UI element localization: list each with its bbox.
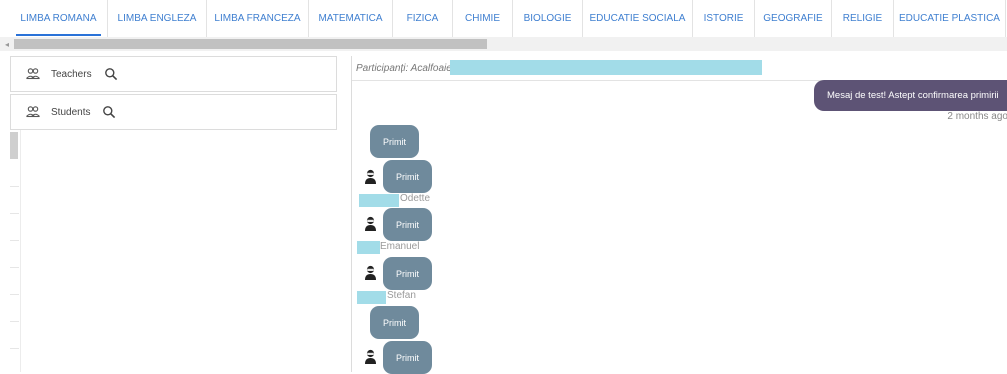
tab-istorie[interactable]: ISTORIE xyxy=(693,0,755,37)
scroll-tick xyxy=(10,267,19,268)
chat-panel: Participanți: Acalfoaie, Mesaj de test! … xyxy=(351,56,1007,374)
scroll-tick xyxy=(10,321,19,322)
tab-geografie[interactable]: GEOGRAFIE xyxy=(755,0,832,37)
students-label: Students xyxy=(51,106,91,118)
tab-label: LIMBA ROMANA xyxy=(20,13,97,24)
scroll-tick xyxy=(10,186,19,187)
search-icon[interactable] xyxy=(102,105,116,119)
scroll-tick xyxy=(10,213,19,214)
students-section[interactable]: Students xyxy=(10,94,337,130)
tab-label: FIZICA xyxy=(406,13,439,24)
tab-scrollbar[interactable]: ◂ xyxy=(0,37,1007,51)
redacted-participants xyxy=(450,60,762,75)
reply-bubble[interactable]: Primit xyxy=(383,257,432,290)
scroll-tick xyxy=(10,348,19,349)
scroll-tick xyxy=(10,294,19,295)
sender-name: Stefan xyxy=(387,290,416,301)
tab-biologie[interactable]: BIOLOGIE xyxy=(513,0,583,37)
teachers-label: Teachers xyxy=(51,68,92,80)
tab-label: LIMBA ENGLEZA xyxy=(117,13,197,24)
sender-name: Odette xyxy=(400,193,431,204)
reply-text: Primit xyxy=(383,136,406,147)
tab-educatie-sociala[interactable]: EDUCATIE SOCIALA xyxy=(583,0,693,37)
reply-text: Primit xyxy=(396,268,419,279)
tab-limba-franceza[interactable]: LIMBA FRANCEZA xyxy=(207,0,309,37)
sent-message-bubble[interactable]: Mesaj de test! Astept confirmarea primir… xyxy=(814,80,1007,111)
scroll-tick xyxy=(10,240,19,241)
reply-bubble[interactable]: Primit xyxy=(370,306,419,339)
tab-label: ISTORIE xyxy=(703,13,744,24)
redacted-name xyxy=(357,241,380,254)
tab-label: EDUCATIE SOCIALA xyxy=(589,13,686,24)
tab-fizica[interactable]: FIZICA xyxy=(393,0,453,37)
contacts-panel: Teachers Students xyxy=(10,56,337,372)
participants-bar: Participanți: Acalfoaie, xyxy=(352,56,1007,81)
participants-label: Participanți: Acalfoaie, xyxy=(356,62,455,74)
sent-message-text: Mesaj de test! Astept confirmarea primir… xyxy=(827,90,999,101)
tab-limba-romana[interactable]: LIMBA ROMANA xyxy=(10,0,108,37)
sender-name: Emanuel xyxy=(380,241,420,252)
reply-bubble[interactable]: Primit xyxy=(383,208,432,241)
scrollbar-thumb[interactable] xyxy=(10,132,18,159)
people-icon xyxy=(26,106,40,118)
user-avatar-icon xyxy=(365,349,376,364)
reply-bubble[interactable]: Primit xyxy=(383,160,432,193)
subject-tab-bar: LIMBA ROMANA LIMBA ENGLEZA LIMBA FRANCEZ… xyxy=(0,0,1007,38)
tab-label: EDUCATIE PLASTICA xyxy=(899,13,1000,24)
tab-label: MATEMATICA xyxy=(318,13,383,24)
user-avatar-icon xyxy=(365,169,376,184)
tab-religie[interactable]: RELIGIE xyxy=(832,0,894,37)
reply-text: Primit xyxy=(396,219,419,230)
tab-matematica[interactable]: MATEMATICA xyxy=(309,0,393,37)
reply-text: Primit xyxy=(396,352,419,363)
reply-text: Primit xyxy=(383,317,406,328)
people-icon xyxy=(26,68,40,80)
user-avatar-icon xyxy=(365,265,376,280)
reply-bubble[interactable]: Primit xyxy=(370,125,419,158)
tab-label: BIOLOGIE xyxy=(523,13,572,24)
reply-bubble[interactable]: Primit xyxy=(383,341,432,374)
redacted-name xyxy=(357,291,386,304)
message-timestamp: 2 months ago xyxy=(947,111,1007,122)
contacts-scrollbar[interactable] xyxy=(10,130,21,372)
scroll-left-arrow-icon[interactable]: ◂ xyxy=(0,37,14,51)
teachers-section[interactable]: Teachers xyxy=(10,56,337,92)
tab-chimie[interactable]: CHIMIE xyxy=(453,0,513,37)
redacted-name xyxy=(359,194,399,207)
tab-label: RELIGIE xyxy=(842,13,883,24)
tab-label: GEOGRAFIE xyxy=(763,13,823,24)
tab-label: CHIMIE xyxy=(465,13,500,24)
scrollbar-thumb[interactable] xyxy=(14,39,487,49)
search-icon[interactable] xyxy=(104,67,118,81)
tab-limba-engleza[interactable]: LIMBA ENGLEZA xyxy=(108,0,207,37)
reply-text: Primit xyxy=(396,171,419,182)
user-avatar-icon xyxy=(365,216,376,231)
tab-educatie-plastica[interactable]: EDUCATIE PLASTICA xyxy=(894,0,1006,37)
tab-label: LIMBA FRANCEZA xyxy=(214,13,301,24)
